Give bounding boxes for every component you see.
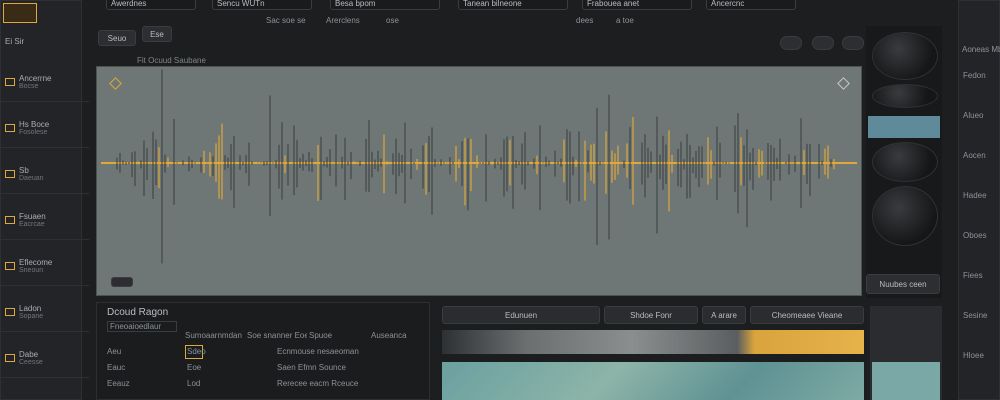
table-cell[interactable]: Saen Efmn Sounce bbox=[277, 363, 417, 372]
column-header[interactable]: Auseanca bbox=[371, 331, 431, 340]
knob-2[interactable] bbox=[872, 84, 938, 108]
bottom-left-title: Dcoud Ragon bbox=[107, 307, 169, 318]
sidebar-item[interactable]: Ancerrne Bocse bbox=[1, 63, 89, 102]
top-field[interactable]: Frabouea anet bbox=[582, 0, 692, 10]
waveform-corner-button[interactable] bbox=[111, 277, 133, 287]
sidebar-item-sub: Fosolese bbox=[19, 129, 48, 136]
right-column: Aoneas Mb Fedon Alueo Aocen Hadee Oboes Fiees… bbox=[958, 0, 1000, 400]
knob-column bbox=[866, 26, 942, 298]
toolbar-item[interactable]: Arerclens bbox=[326, 16, 360, 25]
map-view[interactable] bbox=[442, 362, 864, 400]
round-button-3[interactable] bbox=[842, 36, 864, 50]
right-column-item[interactable]: Sesine bbox=[963, 311, 999, 320]
column-header[interactable]: Spuoe bbox=[309, 331, 369, 340]
knob-3[interactable] bbox=[872, 142, 938, 182]
sidebar-top-label: Ei Sir bbox=[5, 37, 25, 46]
sidebar-item[interactable]: Ladon Sopane bbox=[1, 293, 89, 332]
seuo-button[interactable]: Seuo bbox=[98, 30, 136, 46]
left-sidebar: Ei Sir Ancerrne Bocse Hs Boce Fosolese Sb Dae… bbox=[0, 0, 89, 400]
bottom-left-panel: Dcoud Ragon Fneoaioedlaur Sumoaarnmdan So… bbox=[96, 302, 430, 400]
toolbar-item[interactable]: dees bbox=[576, 16, 593, 25]
sidebar-item-label: Hs Boce bbox=[19, 120, 50, 129]
toolbar: Sac soe se Arerclens ose dees a toe bbox=[86, 12, 946, 32]
top-field[interactable]: Besa bpom bbox=[330, 0, 440, 10]
side-panel-display bbox=[872, 362, 940, 400]
knob-label: Nuubes ceen bbox=[866, 274, 940, 294]
right-column-item[interactable]: Hloee bbox=[963, 351, 999, 360]
bottom-side-panel bbox=[870, 306, 942, 400]
sidebar-item[interactable]: Sb Daeuan bbox=[1, 155, 89, 194]
sidebar-item-icon bbox=[5, 308, 15, 316]
sidebar-item-icon bbox=[5, 78, 15, 86]
right-column-label: Aoneas Mb bbox=[962, 45, 1000, 54]
right-column-item[interactable]: Oboes bbox=[963, 231, 999, 240]
top-field[interactable]: Tanean bilneone bbox=[458, 0, 568, 10]
sidebar-item-sub: Bocse bbox=[19, 83, 39, 90]
bottom-tab[interactable]: A arare bbox=[702, 306, 746, 324]
waveform-canvas[interactable] bbox=[97, 67, 863, 297]
sidebar-item-label: Ancerrne bbox=[19, 74, 52, 83]
toolbar-item[interactable]: Sac soe se bbox=[266, 16, 306, 25]
sidebar-item-label: Ladon bbox=[19, 304, 42, 313]
top-field[interactable]: Awerdnes bbox=[106, 0, 196, 10]
round-button-2[interactable] bbox=[812, 36, 834, 50]
sidebar-item[interactable]: Fsuaen Eacrcae bbox=[1, 201, 89, 240]
bottom-tab[interactable]: Shdoe Fonr bbox=[604, 306, 698, 324]
table-cell[interactable]: Aeu bbox=[107, 347, 177, 356]
table-cell[interactable]: Eeauz bbox=[107, 379, 177, 388]
sidebar-item-sub: Daeuan bbox=[19, 175, 44, 182]
table-cell[interactable]: Lod bbox=[187, 379, 257, 388]
table-cell[interactable]: Eauc bbox=[107, 363, 177, 372]
bottom-tab[interactable]: Cheomeaee Vieane bbox=[750, 306, 864, 324]
toolbar-item[interactable]: a toe bbox=[616, 16, 634, 25]
sidebar-item-label: Dabe bbox=[19, 350, 39, 359]
knob-4[interactable] bbox=[872, 186, 938, 246]
sidebar-item-icon bbox=[5, 170, 15, 178]
sidebar-item-label: Eflecome bbox=[19, 258, 53, 267]
table-cell[interactable]: Eoe bbox=[187, 363, 257, 372]
sidebar-item-sub: Sopane bbox=[19, 313, 44, 320]
spectrum-bar[interactable] bbox=[442, 330, 864, 354]
sidebar-item-sub: Sneoun bbox=[19, 267, 44, 274]
sidebar-item-sub: Eacrcae bbox=[19, 221, 45, 228]
sidebar-item[interactable]: Eflecome Sneoun bbox=[1, 247, 89, 286]
round-button-1[interactable] bbox=[780, 36, 802, 50]
sidebar-item-sub: Ceesse bbox=[19, 359, 43, 366]
sidebar-item-label: Sb bbox=[19, 166, 29, 175]
top-field[interactable]: Sencu WUTn bbox=[212, 0, 312, 10]
waveform-title: Fit Ocuud Saubane bbox=[137, 56, 206, 65]
sidebar-item-icon bbox=[5, 216, 15, 224]
toolbar-item[interactable]: ose bbox=[386, 16, 399, 25]
app-logo[interactable] bbox=[3, 3, 37, 23]
table-cell[interactable]: Rerecee eacm Rceuce bbox=[277, 379, 417, 388]
table-cell[interactable]: Sdeo bbox=[187, 347, 257, 356]
right-column-item[interactable]: Aocen bbox=[963, 151, 999, 160]
sidebar-item[interactable]: Dabe Ceesse bbox=[1, 339, 89, 378]
right-column-item[interactable]: Fedon bbox=[963, 71, 999, 80]
right-column-item[interactable]: Alueo bbox=[963, 111, 999, 120]
sidebar-item[interactable]: Hs Boce Fosolese bbox=[1, 109, 89, 148]
sidebar-item-icon bbox=[5, 354, 15, 362]
ese-button[interactable]: Ese bbox=[142, 26, 172, 42]
right-column-item[interactable]: Hadee bbox=[963, 191, 999, 200]
bottom-right-panel: Edunuen Shdoe Fonr A arare Cheomeaee Vieane bbox=[440, 306, 866, 400]
top-field[interactable]: Ancercnc bbox=[706, 0, 796, 10]
right-column-item[interactable]: Fiees bbox=[963, 271, 999, 280]
mini-display bbox=[868, 116, 940, 138]
column-header[interactable]: Sumoaarnmdan bbox=[185, 331, 245, 340]
bottom-left-columns: Sumoaarnmdan Soe snanner Eoe Spuoe Auseanca bbox=[185, 331, 425, 343]
bottom-right-tabs: Edunuen Shdoe Fonr A arare Cheomeaee Vieane bbox=[440, 306, 866, 326]
sidebar-item-icon bbox=[5, 124, 15, 132]
column-header[interactable]: Soe snanner Eoe bbox=[247, 331, 307, 340]
table-cell[interactable]: Ecnmouse nesaeoman bbox=[277, 347, 417, 356]
sidebar-item-label: Fsuaen bbox=[19, 212, 46, 221]
knob-1[interactable] bbox=[872, 32, 938, 80]
bottom-left-label: Fneoaioedlaur bbox=[107, 321, 177, 332]
waveform-panel: Fit Ocuud Saubane bbox=[96, 56, 863, 297]
sidebar-item-icon bbox=[5, 262, 15, 270]
bottom-tab[interactable]: Edunuen bbox=[442, 306, 600, 324]
